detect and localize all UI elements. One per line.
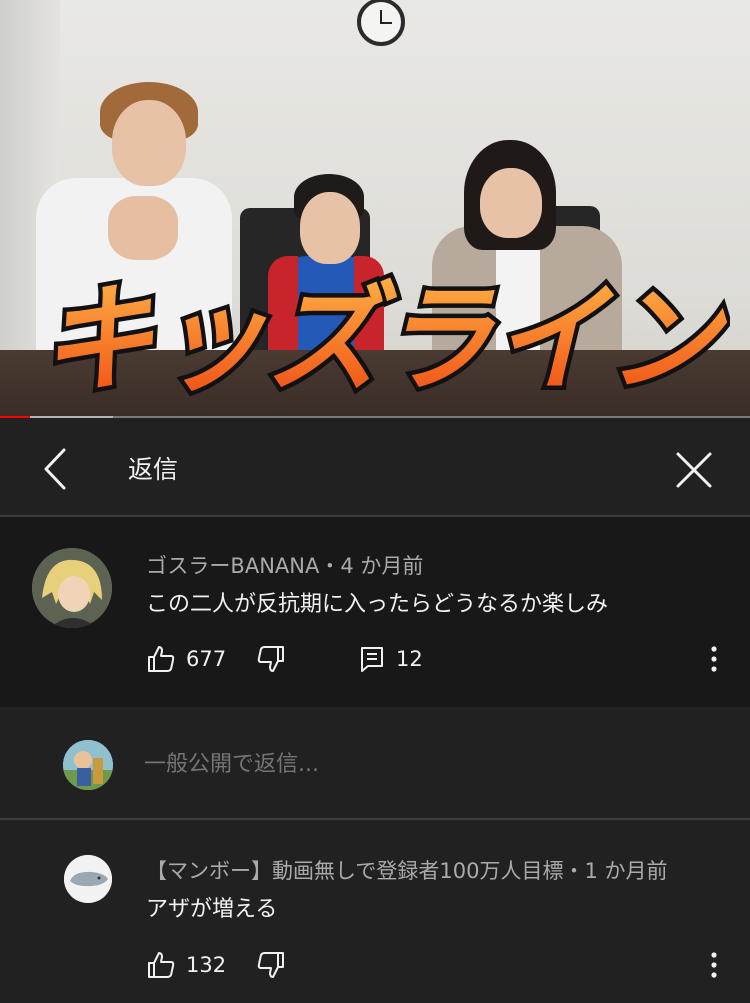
thumbs-down-icon [257,646,284,672]
more-vert-icon [711,646,717,672]
reply-count: 12 [396,647,423,671]
like-button[interactable]: 677 [146,644,226,674]
chevron-left-icon [44,448,66,490]
progress-bar[interactable] [0,416,750,418]
like-count: 677 [186,647,227,671]
close-button[interactable] [668,444,720,496]
more-options-button[interactable] [700,950,728,980]
video-title-overlay: キッズライン [30,262,733,413]
parent-comment: ゴスラーBANANA・4 か月前 この二人が反抗期に入ったらどうなるか楽しみ 6… [0,517,750,707]
like-count: 132 [186,953,227,977]
progress-played [0,416,30,418]
page-title: 返信 [128,455,179,484]
reply-count-button[interactable]: 12 [358,644,423,674]
comment-author-meta: ゴスラーBANANA・4 か月前 [146,554,424,578]
reply-comment: 【マンボー】動画無しで登録者100万人目標・1 か月前 アザが増える 132 [0,822,750,1003]
overlay-title-text: キッズライン [40,270,728,408]
dislike-button[interactable] [256,950,286,980]
like-button[interactable]: 132 [146,950,226,980]
comment-text: アザが増える [146,897,278,922]
reply-composer [0,707,750,820]
avatar[interactable] [64,855,112,903]
back-button[interactable] [30,444,80,494]
current-user-avatar[interactable] [63,740,113,790]
avatar[interactable] [32,548,112,628]
comment-author-meta: 【マンボー】動画無しで登録者100万人目標・1 か月前 [146,859,668,883]
close-icon [676,452,712,488]
replies-header: 返信 [0,420,750,517]
video-player[interactable]: キッズライン [0,0,750,418]
thumbs-up-icon [148,646,175,672]
more-vert-icon [711,952,717,978]
comment-icon [361,647,383,672]
comment-text: この二人が反抗期に入ったらどうなるか楽しみ [146,592,609,617]
dislike-button[interactable] [256,644,286,674]
more-options-button[interactable] [700,644,728,674]
thumbs-up-icon [148,952,175,978]
reply-input[interactable] [144,747,704,781]
thumbs-down-icon [257,952,284,978]
wall-clock [357,0,405,46]
